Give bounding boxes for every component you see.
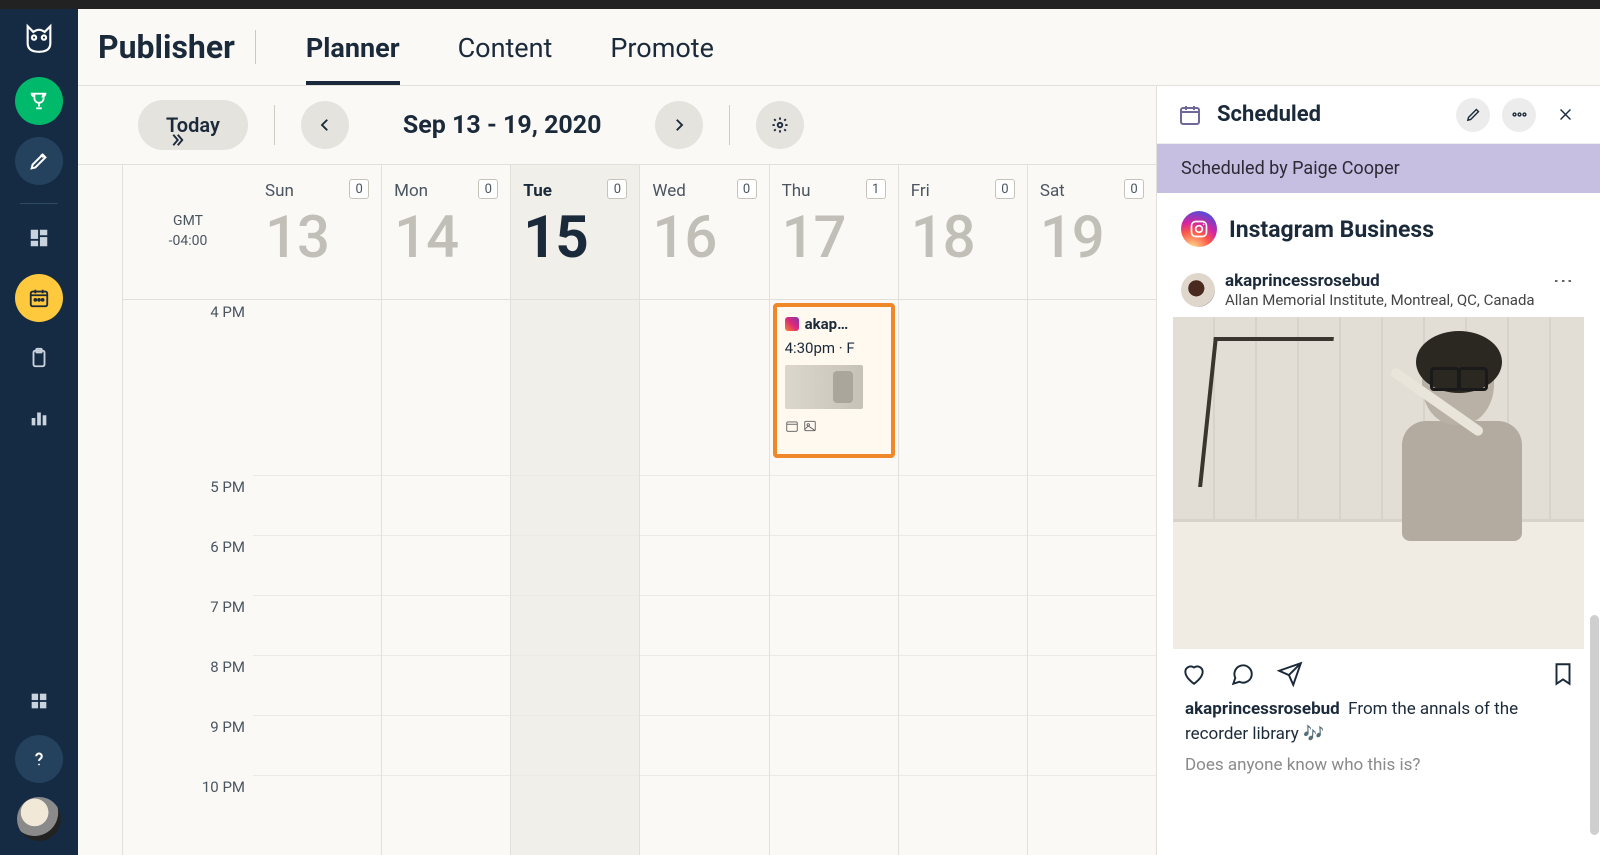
day-number: 15 <box>523 207 627 271</box>
post-count-badge: 0 <box>995 179 1015 199</box>
clipboard-icon[interactable] <box>15 334 63 382</box>
day-number: 18 <box>911 207 1015 271</box>
hour-label: 6 PM <box>210 538 253 595</box>
share-icon[interactable] <box>1277 661 1303 691</box>
app-header: Publisher Planner Content Promote <box>78 9 1600 86</box>
detail-status: Scheduled <box>1217 102 1444 127</box>
day-column[interactable]: Sat 19 0 <box>1028 165 1156 855</box>
time-gutter: 4 PM5 PM6 PM7 PM8 PM9 PM10 PM <box>122 300 253 855</box>
scrollbar[interactable] <box>1590 615 1599 835</box>
hour-label: 8 PM <box>210 658 253 715</box>
expand-sidebar-icon[interactable] <box>160 123 194 157</box>
bookmark-icon[interactable] <box>1550 661 1576 691</box>
streams-icon[interactable] <box>15 214 63 262</box>
scheduled-post-card[interactable]: akap… 4:30pm · F <box>773 303 895 458</box>
compose-icon[interactable] <box>15 137 63 185</box>
planner-icon[interactable] <box>15 274 63 322</box>
day-column[interactable]: Wed 16 0 <box>640 165 769 855</box>
event-username: akap… <box>805 315 883 333</box>
day-column[interactable]: Tue 15 0 <box>511 165 640 855</box>
instagram-icon <box>785 317 799 331</box>
day-number: 17 <box>782 207 886 271</box>
calendar-toolbar: Today Sep 13 - 19, 2020 <box>78 86 1156 164</box>
day-number: 14 <box>394 207 498 271</box>
like-icon[interactable] <box>1181 661 1207 691</box>
calendar-mini-icon <box>785 419 799 433</box>
hour-label: 9 PM <box>210 718 253 775</box>
hour-label: 5 PM <box>210 478 253 535</box>
date-range: Sep 13 - 19, 2020 <box>403 111 602 140</box>
event-thumbnail <box>785 365 863 409</box>
tab-promote[interactable]: Promote <box>610 10 714 84</box>
tab-content[interactable]: Content <box>458 10 553 84</box>
post-count-badge: 0 <box>607 179 627 199</box>
post-avatar <box>1181 273 1215 307</box>
day-column[interactable]: Sun 13 0 <box>253 165 382 855</box>
tab-planner[interactable]: Planner <box>306 10 400 84</box>
post-count-badge: 0 <box>478 179 498 199</box>
help-icon[interactable] <box>15 735 63 783</box>
day-number: 13 <box>265 207 369 271</box>
edit-button[interactable] <box>1456 98 1490 132</box>
achievements-icon[interactable] <box>15 77 63 125</box>
instagram-icon <box>1181 211 1217 247</box>
analytics-icon[interactable] <box>15 394 63 442</box>
more-button[interactable] <box>1502 98 1536 132</box>
post-detail-panel: Scheduled Scheduled by Paige Cooper Inst… <box>1156 86 1600 855</box>
post-count-badge: 0 <box>737 179 757 199</box>
post-username[interactable]: akaprincessrosebud <box>1225 271 1535 291</box>
post-image <box>1173 317 1584 649</box>
network-name: Instagram Business <box>1229 216 1434 243</box>
comment-icon[interactable] <box>1229 661 1255 691</box>
next-week-button[interactable] <box>655 101 703 149</box>
scheduled-by-row: Scheduled by Paige Cooper <box>1157 144 1600 193</box>
post-count-badge: 1 <box>866 179 886 199</box>
settings-button[interactable] <box>756 101 804 149</box>
apps-icon[interactable] <box>15 677 63 725</box>
scheduled-status-icon <box>1175 100 1205 130</box>
day-number: 19 <box>1040 207 1144 271</box>
prev-week-button[interactable] <box>301 101 349 149</box>
post-location[interactable]: Allan Memorial Institute, Montreal, QC, … <box>1225 291 1535 309</box>
user-avatar[interactable] <box>17 797 61 841</box>
nav-rail <box>0 9 78 855</box>
timezone-label: GMT -04:00 <box>122 165 253 300</box>
day-column[interactable]: Mon 14 0 <box>382 165 511 855</box>
hour-label: 7 PM <box>210 598 253 655</box>
hour-label: 10 PM <box>202 778 253 835</box>
post-count-badge: 0 <box>1124 179 1144 199</box>
day-number: 16 <box>652 207 756 271</box>
image-mini-icon <box>803 419 817 433</box>
post-caption-line2: Does anyone know who this is? <box>1173 755 1584 799</box>
day-column[interactable]: Fri 18 0 <box>899 165 1028 855</box>
post-count-badge: 0 <box>349 179 369 199</box>
week-grid: Sun 13 0Mon 14 0Tue 15 0Wed 16 0Thu <box>253 165 1156 855</box>
post-preview: akaprincessrosebud Allan Memorial Instit… <box>1173 263 1584 799</box>
hour-label: 4 PM <box>210 303 253 475</box>
post-caption: akaprincessrosebud From the annals of th… <box>1173 697 1584 754</box>
event-time: 4:30pm · F <box>785 339 883 357</box>
day-column[interactable]: Thu 17 1 akap… 4:30pm · F <box>770 165 899 855</box>
page-title: Publisher <box>98 28 235 66</box>
close-button[interactable] <box>1548 98 1582 132</box>
owl-logo-icon <box>21 21 57 57</box>
post-more-icon[interactable]: ⋮ <box>1552 271 1576 289</box>
